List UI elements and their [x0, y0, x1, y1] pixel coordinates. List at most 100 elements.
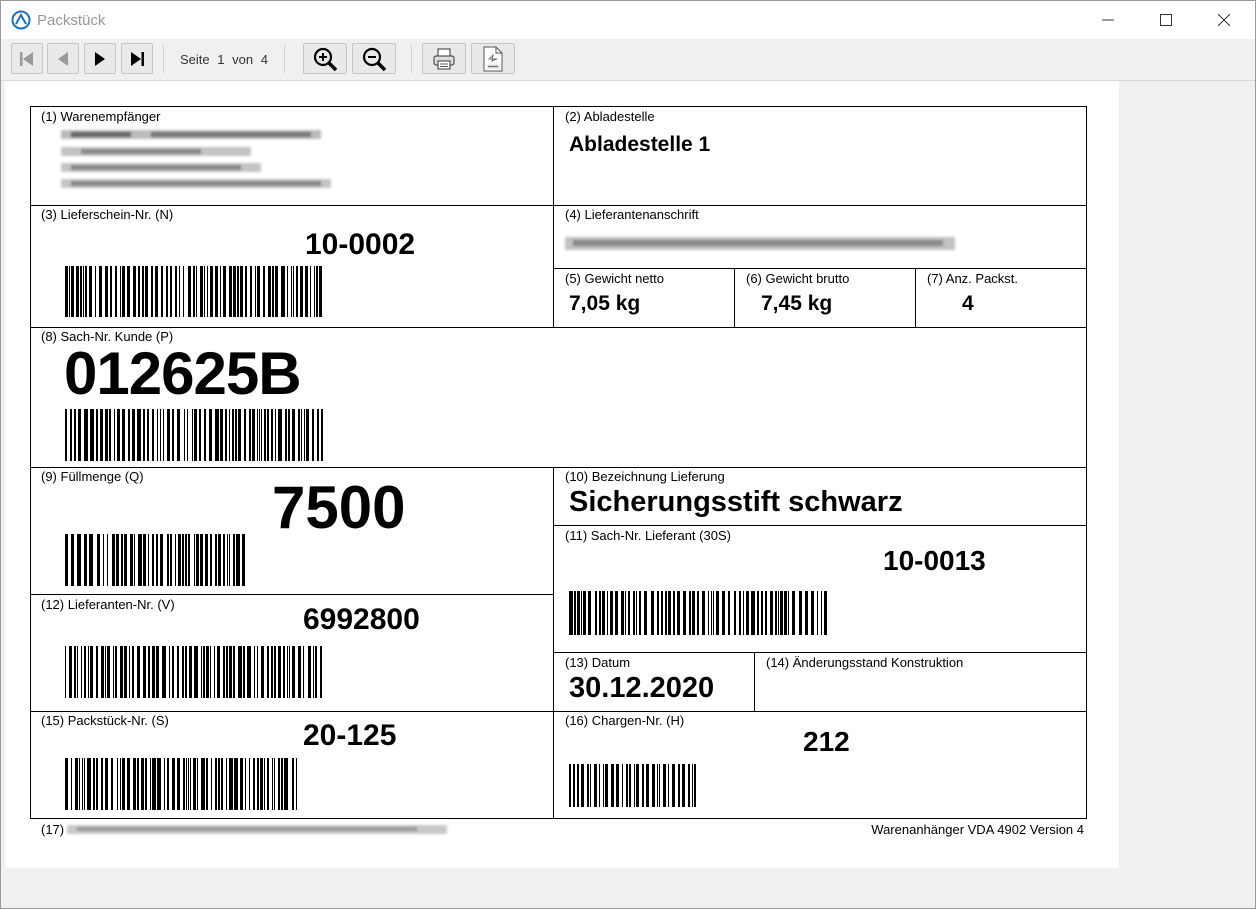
- barcode-bar: [145, 266, 148, 317]
- barcode-bar: [278, 646, 281, 698]
- barcode-bar: [167, 758, 169, 810]
- barcode-bar: [644, 591, 647, 635]
- barcode-bar: [142, 266, 144, 317]
- barcode-bar: [137, 646, 140, 698]
- barcode-bar: [97, 534, 100, 586]
- barcode-bar: [261, 409, 262, 461]
- barcode-bar: [141, 758, 144, 810]
- report-canvas[interactable]: (1) Warenempfänger (2) Abladestelle Abla…: [1, 81, 1255, 908]
- barcode-bar: [160, 534, 163, 586]
- net-weight-value: 7,05 kg: [569, 292, 641, 315]
- barcode-bar: [775, 591, 777, 635]
- delivery-description-value: Sicherungsstift schwarz: [569, 486, 903, 518]
- barcode-bar: [120, 646, 123, 698]
- barcode-bar: [76, 266, 79, 317]
- barcode-bar: [263, 266, 265, 317]
- free-text-redacted: [67, 825, 447, 834]
- barcode-bar: [214, 646, 215, 698]
- print-icon: [433, 48, 455, 69]
- barcode-bar: [217, 646, 220, 698]
- barcode-bar: [175, 266, 177, 317]
- barcode-bar: [129, 646, 130, 698]
- barcode-bar: [757, 591, 759, 635]
- barcode-bar: [252, 409, 255, 461]
- barcode-bar: [65, 646, 66, 698]
- barcode-bar: [209, 409, 212, 461]
- barcode-bar: [162, 646, 166, 698]
- supplier-no-barcode: [65, 646, 322, 698]
- barcode-bar: [71, 758, 72, 810]
- barcode-bar: [673, 591, 675, 635]
- first-page-button[interactable]: [11, 43, 43, 74]
- window-title: Packstück: [37, 12, 106, 29]
- pdf-export-button[interactable]: [471, 43, 515, 74]
- barcode-bar: [761, 591, 763, 635]
- barcode-bar: [137, 758, 139, 810]
- barcode-bar: [160, 409, 161, 461]
- barcode-bar: [317, 409, 319, 461]
- barcode-bar: [289, 646, 290, 698]
- barcode-bar: [193, 758, 196, 810]
- barcode-bar: [194, 534, 195, 586]
- print-button[interactable]: [422, 43, 466, 74]
- next-page-button[interactable]: [84, 43, 116, 74]
- zoom-in-button[interactable]: [303, 43, 347, 74]
- barcode-bar: [151, 266, 153, 317]
- barcode-bar: [296, 266, 298, 317]
- previous-page-button[interactable]: [47, 43, 79, 74]
- barcode-bar: [199, 409, 201, 461]
- barcode-bar: [132, 646, 134, 698]
- close-button[interactable]: [1195, 1, 1253, 39]
- barcode-bar: [175, 534, 176, 586]
- supplier-part-no-value: 10-0013: [883, 545, 986, 576]
- barcode-bar: [728, 591, 730, 635]
- batch-no-barcode: [569, 764, 696, 807]
- barcode-bar: [169, 646, 170, 698]
- barcode-bar: [778, 591, 779, 635]
- barcode-bar: [172, 646, 174, 698]
- minimize-button[interactable]: [1079, 1, 1137, 39]
- zoom-out-button[interactable]: [352, 43, 396, 74]
- grid-line: [553, 106, 554, 327]
- barcode-bar: [305, 266, 308, 317]
- barcode-bar: [259, 409, 260, 461]
- barcode-bar: [283, 646, 285, 698]
- barcode-bar: [652, 764, 655, 807]
- barcode-bar: [306, 409, 309, 461]
- barcode-bar: [821, 591, 822, 635]
- barcode-bar: [152, 534, 154, 586]
- barcode-bar: [127, 266, 130, 317]
- barcode-bar: [734, 591, 736, 635]
- supplier-no-value: 6992800: [303, 603, 420, 636]
- barcode-bar: [629, 764, 631, 807]
- barcode-bar: [210, 266, 213, 317]
- zoom-in-icon: [313, 47, 338, 71]
- barcode-bar: [105, 758, 108, 810]
- barcode-bar: [633, 591, 635, 635]
- barcode-bar: [109, 409, 111, 461]
- barcode-bar: [573, 764, 575, 807]
- barcode-bar: [271, 409, 273, 461]
- barcode-bar: [133, 266, 136, 317]
- barcode-bar: [172, 758, 175, 810]
- barcode-bar: [101, 646, 104, 698]
- last-page-button[interactable]: [121, 43, 153, 74]
- barcode-bar: [100, 409, 103, 461]
- barcode-bar: [124, 646, 127, 698]
- field-label-package-count: (7) Anz. Packst.: [927, 271, 1019, 286]
- barcode-bar: [677, 591, 680, 635]
- grid-line: [30, 594, 554, 595]
- barcode-bar: [242, 534, 245, 586]
- barcode-bar: [805, 591, 808, 635]
- barcode-bar: [581, 764, 584, 807]
- barcode-bar: [65, 409, 67, 461]
- barcode-bar: [250, 266, 252, 317]
- frame-line: [30, 818, 1087, 819]
- barcode-bar: [207, 266, 208, 317]
- barcode-bar: [84, 646, 86, 698]
- maximize-button[interactable]: [1137, 1, 1195, 39]
- barcode-bar: [659, 764, 660, 807]
- barcode-bar: [167, 409, 170, 461]
- barcode-bar: [177, 409, 180, 461]
- barcode-bar: [319, 266, 322, 317]
